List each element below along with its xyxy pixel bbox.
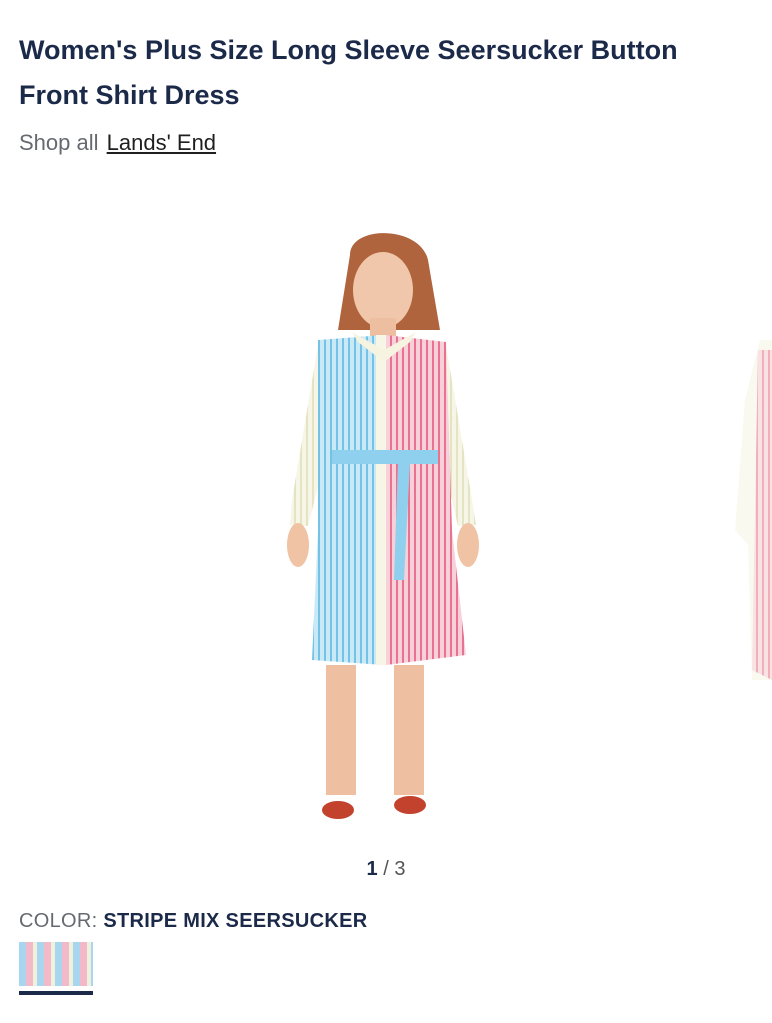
product-image-carousel[interactable] (0, 200, 772, 840)
product-image (287, 233, 772, 819)
color-selection: COLOR: STRIPE MIX SEERSUCKER (19, 910, 367, 933)
pager-total: 3 (394, 858, 406, 880)
color-swatch-stripe-mix[interactable] (19, 942, 93, 986)
shop-all-line: Shop all Lands' End (19, 130, 216, 156)
gallery-pager: 1 / 3 (0, 858, 772, 881)
pager-current: 1 (366, 858, 378, 880)
product-title: Women's Plus Size Long Sleeve Seersucker… (19, 35, 678, 110)
pager-separator: / (383, 858, 389, 880)
brand-link[interactable]: Lands' End (107, 130, 216, 155)
color-value: STRIPE MIX SEERSUCKER (103, 910, 368, 932)
color-label: COLOR: (19, 910, 98, 932)
swatch-selected-indicator (19, 991, 93, 995)
shop-all-prefix: Shop all (19, 130, 99, 155)
